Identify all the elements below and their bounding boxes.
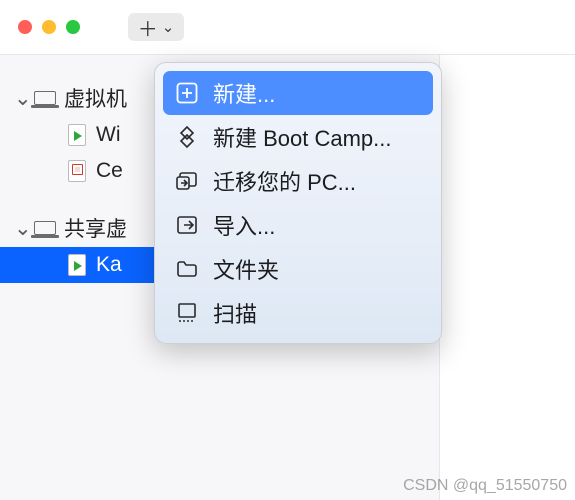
plus-square-icon (175, 81, 199, 105)
vm-running-icon (68, 254, 86, 276)
migrate-icon (175, 169, 199, 193)
laptop-icon (34, 221, 56, 235)
menu-label: 扫描 (213, 297, 257, 329)
scan-icon (175, 301, 199, 325)
section-label: 共享虚 (64, 213, 127, 243)
menu-item-new[interactable]: 新建... (163, 71, 433, 115)
menu-item-folder[interactable]: 文件夹 (163, 247, 433, 291)
import-icon (175, 213, 199, 237)
plus-icon: ＋ (138, 13, 158, 42)
titlebar: ＋ ⌄ (0, 0, 575, 55)
menu-label: 新建 Boot Camp... (213, 121, 392, 153)
item-label: Wi (96, 123, 121, 147)
item-label: Ka (96, 253, 122, 277)
menu-item-bootcamp[interactable]: 新建 Boot Camp... (163, 115, 433, 159)
vm-running-icon (68, 124, 86, 146)
chevron-down-icon: ⌄ (14, 86, 26, 111)
folder-icon (175, 257, 199, 281)
add-dropdown-button[interactable]: ＋ ⌄ (128, 13, 184, 41)
menu-label: 文件夹 (213, 253, 279, 285)
diamond-icon (175, 125, 199, 149)
menu-label: 新建... (213, 77, 275, 109)
chevron-down-icon: ⌄ (162, 18, 175, 36)
menu-item-migrate[interactable]: 迁移您的 PC... (163, 159, 433, 203)
menu-label: 导入... (213, 209, 275, 241)
vm-stopped-icon (68, 160, 86, 182)
menu-item-scan[interactable]: 扫描 (163, 291, 433, 335)
add-menu-popover: 新建... 新建 Boot Camp... 迁移您的 PC... 导入... 文… (154, 62, 442, 344)
main-area (440, 55, 575, 500)
item-label: Ce (96, 159, 123, 183)
watermark: CSDN @qq_51550750 (403, 477, 567, 495)
window-close-button[interactable] (18, 20, 32, 34)
window-zoom-button[interactable] (66, 20, 80, 34)
section-label: 虚拟机 (64, 83, 127, 113)
menu-item-import[interactable]: 导入... (163, 203, 433, 247)
menu-label: 迁移您的 PC... (213, 165, 356, 197)
window-minimize-button[interactable] (42, 20, 56, 34)
laptop-icon (34, 91, 56, 105)
chevron-down-icon: ⌄ (14, 216, 26, 241)
